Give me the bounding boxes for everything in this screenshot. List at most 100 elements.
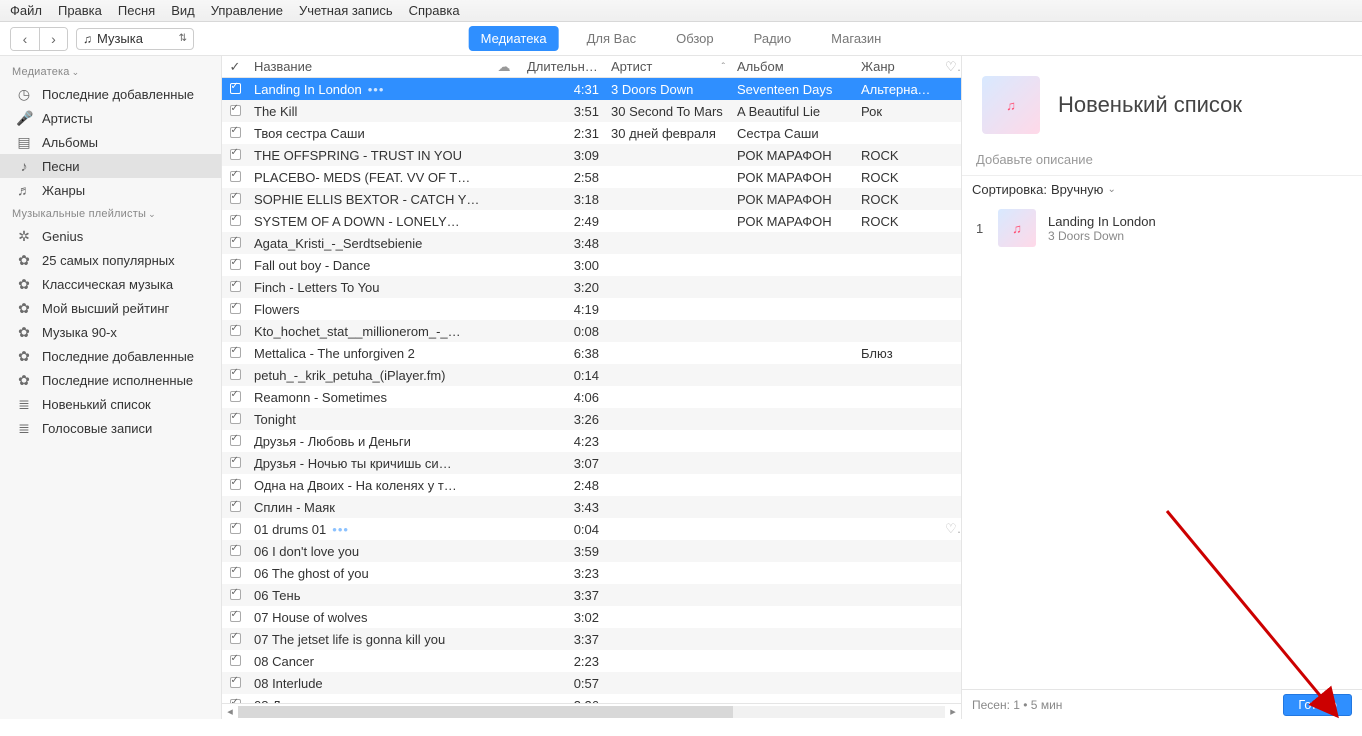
checkbox-icon[interactable] [230,193,241,204]
checkbox-icon[interactable] [230,369,241,380]
col-artist[interactable]: Артистˆ [605,59,731,74]
checkbox-icon[interactable] [230,545,241,556]
scroll-track[interactable] [238,706,945,718]
scroll-right-icon[interactable]: ▸ [945,705,961,718]
checkbox-icon[interactable] [230,611,241,622]
sidebar-item[interactable]: ✿Мой высший рейтинг [0,296,221,320]
horizontal-scrollbar[interactable]: ◂ ▸ [222,703,961,719]
col-duration[interactable]: Длительность [521,59,605,74]
checkbox-icon[interactable] [230,479,241,490]
sidebar-item[interactable]: ≣Голосовые записи [0,416,221,440]
table-row[interactable]: Сплин - Маяк3:43 [222,496,961,518]
sidebar-item[interactable]: ♬Жанры [0,178,221,202]
table-row[interactable]: SYSTEM OF A DOWN - LONELY…2:49РОК МАРАФО… [222,210,961,232]
table-row[interactable]: PLACEBO- MEDS (FEAT. VV OF T…2:58РОК МАР… [222,166,961,188]
back-button[interactable]: ‹ [11,28,39,50]
checkbox-icon[interactable] [230,457,241,468]
checkbox-icon[interactable] [230,501,241,512]
table-row[interactable]: Твоя сестра Саши2:3130 дней февраляСестр… [222,122,961,144]
checkbox-icon[interactable] [230,303,241,314]
sidebar-item[interactable]: ✿Последние добавленные [0,344,221,368]
playlist-description[interactable]: Добавьте описание [962,148,1362,176]
checkbox-icon[interactable] [230,325,241,336]
table-row[interactable]: SOPHIE ELLIS BEXTOR - CATCH Y…3:18РОК МА… [222,188,961,210]
tab-медиатека[interactable]: Медиатека [469,26,559,51]
scroll-left-icon[interactable]: ◂ [222,705,238,718]
checkbox-icon[interactable] [230,677,241,688]
sidebar-item[interactable]: ♪Песни [0,154,221,178]
sidebar-section-header[interactable]: Медиатека⌄ [0,60,221,82]
col-check[interactable]: ✓ [222,59,248,75]
table-row[interactable]: Mettalica - The unforgiven 26:38Блюз [222,342,961,364]
menu-вид[interactable]: Вид [171,3,195,18]
tab-для вас[interactable]: Для Вас [575,26,648,51]
sidebar-section-header[interactable]: Музыкальные плейлисты⌄ [0,202,221,224]
checkbox-icon[interactable] [230,171,241,182]
table-row[interactable]: Kto_hochet_stat__millionerom_-_…0:08 [222,320,961,342]
checkbox-icon[interactable] [230,633,241,644]
table-row[interactable]: Fall out boy - Dance3:00 [222,254,961,276]
sidebar-item[interactable]: ✿Музыка 90-х [0,320,221,344]
menu-песня[interactable]: Песня [118,3,155,18]
table-row[interactable]: Flowers4:19 [222,298,961,320]
table-row[interactable]: Reamonn - Sometimes4:06 [222,386,961,408]
col-cloud[interactable]: ☁ [487,59,521,75]
tab-радио[interactable]: Радио [742,26,804,51]
tab-магазин[interactable]: Магазин [819,26,893,51]
table-row[interactable]: 06 The ghost of you3:23 [222,562,961,584]
table-row[interactable]: THE OFFSPRING - TRUST IN YOU3:09РОК МАРА… [222,144,961,166]
table-row[interactable]: 08 Interlude0:57 [222,672,961,694]
checkbox-icon[interactable] [230,83,241,94]
checkbox-icon[interactable] [230,237,241,248]
checkbox-icon[interactable] [230,259,241,270]
col-genre[interactable]: Жанр [855,59,939,74]
table-row[interactable]: The Kill3:5130 Second To MarsA Beautiful… [222,100,961,122]
checkbox-icon[interactable] [230,391,241,402]
checkbox-icon[interactable] [230,347,241,358]
menu-правка[interactable]: Правка [58,3,102,18]
table-row[interactable]: 08 Cancer2:23 [222,650,961,672]
sidebar-item[interactable]: ✿Последние исполненные [0,368,221,392]
more-icon[interactable]: ••• [368,82,385,97]
more-icon[interactable]: ••• [332,522,349,537]
checkbox-icon[interactable] [230,589,241,600]
sidebar-item[interactable]: ◷Последние добавленные [0,82,221,106]
table-row[interactable]: Друзья - Ночью ты кричишь си…3:07 [222,452,961,474]
tab-обзор[interactable]: Обзор [664,26,726,51]
checkbox-icon[interactable] [230,655,241,666]
table-row[interactable]: 01 drums 01•••0:04♡ [222,518,961,540]
media-type-selector[interactable]: ♫ Музыка ⇅ [76,28,194,50]
table-row[interactable]: 06 Тень3:37 [222,584,961,606]
sidebar-item[interactable]: ▤Альбомы [0,130,221,154]
col-favorite[interactable]: ♡ [939,59,961,75]
col-album[interactable]: Альбом [731,59,855,74]
menu-управление[interactable]: Управление [211,3,283,18]
checkbox-icon[interactable] [230,523,241,534]
table-row[interactable]: Tonight3:26 [222,408,961,430]
checkbox-icon[interactable] [230,413,241,424]
table-row[interactable]: 07 House of wolves3:02 [222,606,961,628]
sidebar-item[interactable]: 🎤Артисты [0,106,221,130]
checkbox-icon[interactable] [230,149,241,160]
checkbox-icon[interactable] [230,281,241,292]
table-row[interactable]: 08 Дыши3:26 [222,694,961,703]
checkbox-icon[interactable] [230,105,241,116]
menu-учетная запись[interactable]: Учетная запись [299,3,393,18]
checkbox-icon[interactable] [230,567,241,578]
sidebar-item[interactable]: ≣Новенький список [0,392,221,416]
col-name[interactable]: Название [248,59,487,74]
table-row[interactable]: Одна на Двоих - На коленях у т…2:48 [222,474,961,496]
sidebar-item[interactable]: ✿25 самых популярных [0,248,221,272]
table-row[interactable]: Друзья - Любовь и Деньги4:23 [222,430,961,452]
playlist-sort[interactable]: Сортировка: Вручную ⌄ [962,176,1362,203]
menu-справка[interactable]: Справка [409,3,460,18]
playlist-item[interactable]: 1♫Landing In London3 Doors Down [962,203,1362,253]
table-rows[interactable]: Landing In London•••4:313 Doors DownSeve… [222,78,961,703]
table-row[interactable]: 06 I don't love you3:59 [222,540,961,562]
checkbox-icon[interactable] [230,215,241,226]
done-button[interactable]: Готово [1283,694,1352,716]
table-row[interactable]: petuh_-_krik_petuha_(iPlayer.fm)0:14 [222,364,961,386]
checkbox-icon[interactable] [230,127,241,138]
sidebar-item[interactable]: ✲Genius [0,224,221,248]
checkbox-icon[interactable] [230,435,241,446]
